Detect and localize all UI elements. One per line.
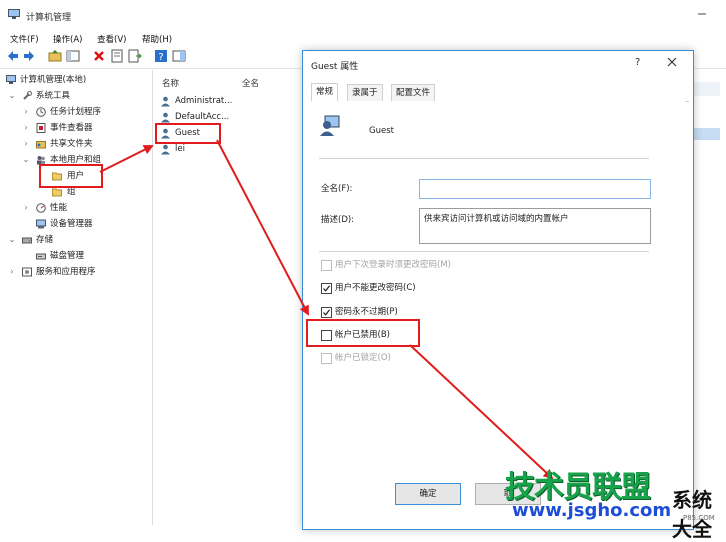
arrow-to-watermark [409, 344, 554, 480]
watermark-side: 系统大全 [672, 488, 712, 541]
watermark-suffix: P85.COM [683, 514, 715, 522]
arrow-to-disabled [216, 139, 309, 316]
arrow-to-guest [99, 145, 154, 173]
watermark-url: www.jsgho.com [512, 500, 672, 521]
annotation-arrows [99, 139, 554, 480]
